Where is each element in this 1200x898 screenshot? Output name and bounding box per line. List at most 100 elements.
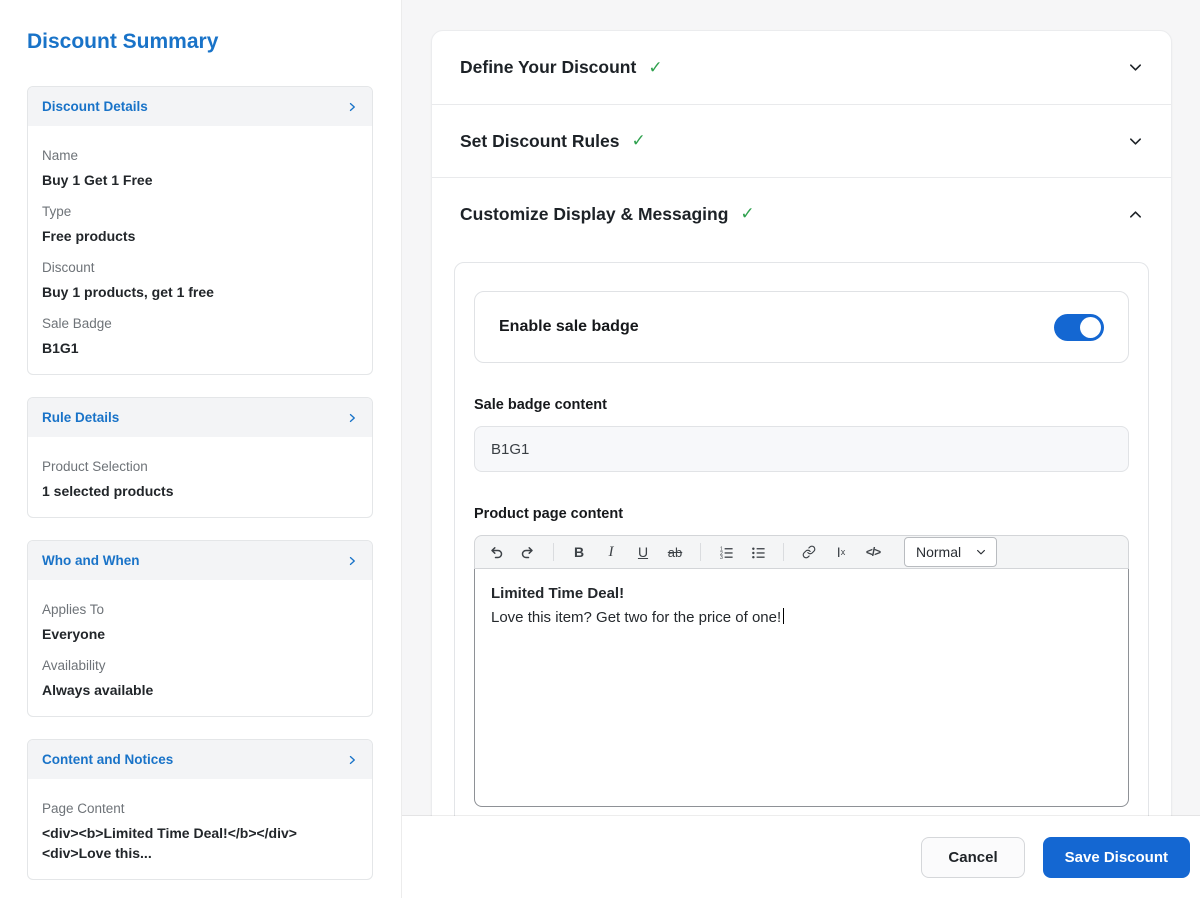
sidebar-section-rule-details: Rule Details Product Selection 1 selected… bbox=[27, 397, 373, 518]
product-page-content-label: Product page content bbox=[474, 506, 624, 522]
field-value: 1 selected products bbox=[42, 483, 174, 499]
section-body: Applies To Everyone Availability Always av… bbox=[28, 580, 372, 716]
toolbar-separator bbox=[783, 543, 784, 561]
chevron-down-icon bbox=[977, 549, 986, 555]
bold-button[interactable]: B bbox=[564, 540, 594, 564]
section-title: Who and When bbox=[42, 553, 140, 568]
italic-button[interactable]: I bbox=[596, 540, 626, 564]
section-header-who-and-when[interactable]: Who and When bbox=[28, 541, 372, 580]
format-dropdown-value: Normal bbox=[916, 544, 962, 560]
sidebar-section-discount-details: Discount Details Name Buy 1 Get 1 Free Ty… bbox=[27, 86, 373, 375]
field-label: Type bbox=[42, 204, 72, 219]
discount-summary-sidebar: Discount Summary Discount Details Name Bu… bbox=[0, 0, 402, 898]
underline-button[interactable]: U bbox=[628, 540, 658, 564]
product-page-content-editor[interactable]: Limited Time Deal! Love this item? Get t… bbox=[474, 569, 1129, 807]
accordion-title: Set Discount Rules bbox=[460, 130, 620, 151]
field-label: Product Selection bbox=[42, 459, 148, 474]
chevron-up-icon bbox=[1128, 207, 1143, 222]
sale-badge-content-label: Sale badge content bbox=[474, 397, 607, 413]
field-label: Sale Badge bbox=[42, 316, 112, 331]
editor-text: Love this item? Get two for the price of… bbox=[491, 609, 782, 626]
accordion-define-your-discount[interactable]: Define Your Discount ✓ bbox=[432, 31, 1171, 104]
ordered-list-button[interactable]: 123 bbox=[711, 540, 741, 564]
action-footer: Cancel Save Discount bbox=[402, 816, 1200, 898]
main-content: Define Your Discount ✓ Set Discount Rule… bbox=[402, 0, 1200, 816]
field-value: Everyone bbox=[42, 626, 106, 642]
editor-line: Love this item? Get two for the price of… bbox=[491, 606, 1112, 630]
section-header-discount-details[interactable]: Discount Details bbox=[28, 87, 372, 126]
summary-field: Availability Always available bbox=[42, 656, 358, 700]
check-icon: ✓ bbox=[740, 204, 755, 223]
code-button[interactable]: </> bbox=[858, 540, 888, 564]
field-value: Buy 1 Get 1 Free bbox=[42, 172, 153, 188]
accordion-title: Customize Display & Messaging bbox=[460, 203, 729, 224]
sidebar-section-content-and-notices: Content and Notices Page Content <div><b>… bbox=[27, 739, 373, 880]
link-icon bbox=[802, 545, 816, 559]
section-title: Rule Details bbox=[42, 410, 120, 425]
field-value: <div><b>Limited Time Deal!</b></div><div… bbox=[42, 825, 297, 861]
customize-display-panel: Enable sale badge Sale badge content Pro… bbox=[454, 262, 1149, 816]
save-discount-button[interactable]: Save Discount bbox=[1042, 836, 1190, 878]
chevron-right-icon bbox=[349, 102, 355, 111]
sidebar-section-who-and-when: Who and When Applies To Everyone Availabi… bbox=[27, 540, 373, 717]
discount-steps-accordion: Define Your Discount ✓ Set Discount Rule… bbox=[431, 30, 1172, 816]
section-body: Product Selection 1 selected products bbox=[28, 437, 372, 517]
bullet-list-icon bbox=[751, 547, 765, 558]
toolbar-separator bbox=[700, 543, 701, 561]
chevron-down-icon bbox=[1128, 134, 1143, 149]
section-header-rule-details[interactable]: Rule Details bbox=[28, 398, 372, 437]
summary-field: Type Free products bbox=[42, 202, 358, 246]
enable-sale-badge-card: Enable sale badge bbox=[474, 291, 1129, 363]
enable-sale-badge-label: Enable sale badge bbox=[499, 318, 639, 335]
enable-sale-badge-toggle[interactable] bbox=[1054, 313, 1104, 341]
editor-line-bold: Limited Time Deal! bbox=[491, 585, 625, 602]
check-icon: ✓ bbox=[631, 131, 646, 150]
field-label: Page Content bbox=[42, 801, 125, 816]
accordion-customize-display-messaging[interactable]: Customize Display & Messaging ✓ bbox=[432, 177, 1171, 250]
redo-icon bbox=[521, 547, 533, 559]
field-label: Discount bbox=[42, 260, 95, 275]
svg-text:3: 3 bbox=[719, 555, 722, 560]
toggle-knob bbox=[1080, 316, 1101, 338]
accordion-set-discount-rules[interactable]: Set Discount Rules ✓ bbox=[432, 104, 1171, 177]
summary-field: Applies To Everyone bbox=[42, 600, 358, 644]
undo-button[interactable] bbox=[481, 540, 511, 564]
summary-field: Discount Buy 1 products, get 1 free bbox=[42, 258, 358, 302]
toolbar-separator bbox=[553, 543, 554, 561]
section-body: Name Buy 1 Get 1 Free Type Free products D… bbox=[28, 126, 372, 374]
field-label: Applies To bbox=[42, 602, 105, 617]
ordered-list-icon: 123 bbox=[719, 546, 733, 560]
section-title: Content and Notices bbox=[42, 752, 174, 767]
clear-formatting-button[interactable]: Ix bbox=[826, 540, 856, 564]
chevron-right-icon bbox=[349, 556, 355, 565]
clear-formatting-sub: x bbox=[840, 547, 846, 557]
chevron-right-icon bbox=[349, 413, 355, 422]
field-value: Always available bbox=[42, 682, 154, 698]
accordion-title: Define Your Discount bbox=[460, 57, 637, 77]
summary-field: Sale Badge B1G1 bbox=[42, 314, 358, 358]
strikethrough-button[interactable]: ab bbox=[660, 540, 690, 564]
cancel-button[interactable]: Cancel bbox=[921, 836, 1025, 878]
summary-field: Product Selection 1 selected products bbox=[42, 457, 358, 501]
section-title: Discount Details bbox=[42, 99, 148, 114]
sale-badge-content-input[interactable] bbox=[474, 426, 1129, 472]
section-body: Page Content <div><b>Limited Time Deal!</… bbox=[28, 779, 372, 879]
undo-icon bbox=[491, 547, 503, 559]
bullet-list-button[interactable] bbox=[743, 540, 773, 564]
link-button[interactable] bbox=[794, 540, 824, 564]
sidebar-title: Discount Summary bbox=[27, 30, 219, 53]
field-value: Buy 1 products, get 1 free bbox=[42, 284, 214, 300]
check-icon: ✓ bbox=[648, 57, 663, 77]
main-area: Define Your Discount ✓ Set Discount Rule… bbox=[402, 0, 1200, 898]
editor-toolbar: B I U ab 123 Ix </> Normal bbox=[474, 535, 1129, 569]
field-value: B1G1 bbox=[42, 340, 79, 356]
redo-button[interactable] bbox=[513, 540, 543, 564]
field-label: Name bbox=[42, 148, 79, 163]
summary-field: Name Buy 1 Get 1 Free bbox=[42, 146, 358, 190]
chevron-right-icon bbox=[349, 755, 355, 764]
summary-field: Page Content <div><b>Limited Time Deal!</… bbox=[42, 799, 358, 863]
chevron-down-icon bbox=[1128, 60, 1143, 75]
format-dropdown[interactable]: Normal bbox=[904, 537, 998, 567]
section-header-content-and-notices[interactable]: Content and Notices bbox=[28, 740, 372, 779]
field-label: Availability bbox=[42, 658, 106, 673]
